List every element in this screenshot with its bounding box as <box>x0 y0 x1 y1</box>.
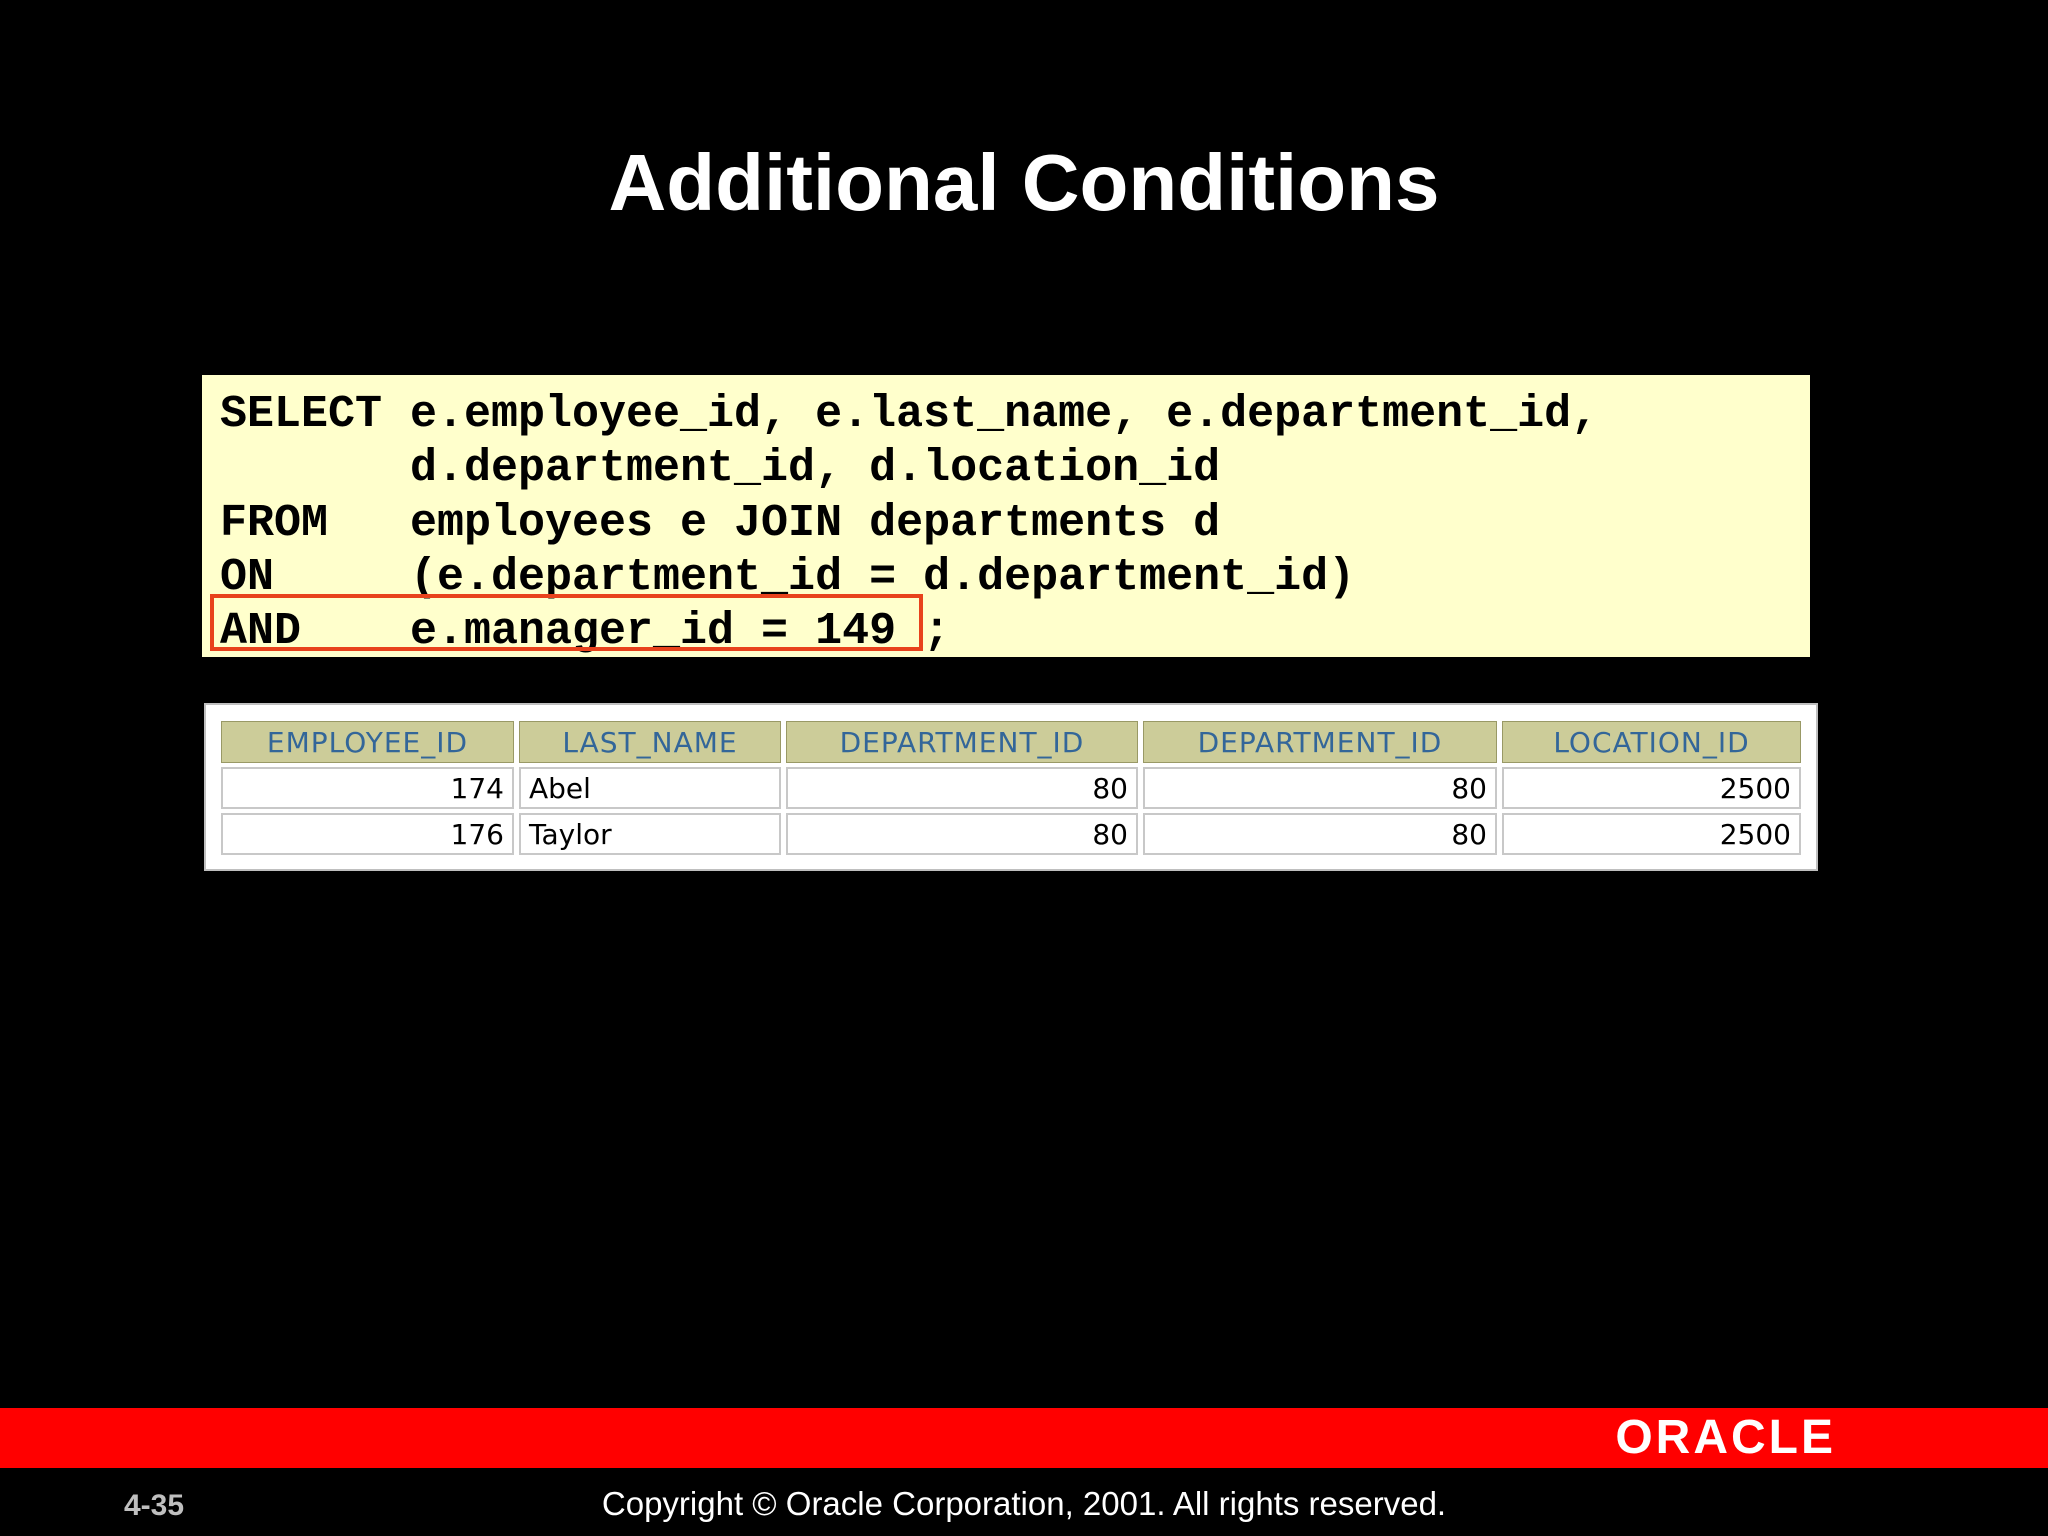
table-cell: 80 <box>1143 767 1497 809</box>
result-table-panel: EMPLOYEE_ID LAST_NAME DEPARTMENT_ID DEPA… <box>204 703 1818 871</box>
copyright-notice: Copyright © Oracle Corporation, 2001. Al… <box>601 1485 1447 1522</box>
column-header: EMPLOYEE_ID <box>221 721 514 763</box>
table-cell: Taylor <box>519 813 781 855</box>
table-row: 174 Abel 80 80 2500 <box>221 767 1801 809</box>
column-header: LOCATION_ID <box>1502 721 1801 763</box>
sql-text: e.employee_id, e.last_name, e.department… <box>410 389 1599 440</box>
slide-title: Additional Conditions <box>608 138 1440 227</box>
sql-text: d.department_id, d.location_id <box>410 443 1221 494</box>
code-line-1: SELECT e.employee_id, e.last_name, e.depa… <box>220 388 1598 442</box>
table-row: 176 Taylor 80 80 2500 <box>221 813 1801 855</box>
table-cell: 174 <box>221 767 514 809</box>
table-cell: 2500 <box>1502 767 1801 809</box>
column-header: DEPARTMENT_ID <box>1143 721 1497 763</box>
table-header-row: EMPLOYEE_ID LAST_NAME DEPARTMENT_ID DEPA… <box>221 721 1801 763</box>
sql-keyword: SELECT <box>220 389 383 440</box>
table-cell: 80 <box>1143 813 1497 855</box>
code-line-3: FROM employees e JOIN departments d <box>220 497 1220 551</box>
table-cell: 176 <box>221 813 514 855</box>
table-cell: 2500 <box>1502 813 1801 855</box>
result-table: EMPLOYEE_ID LAST_NAME DEPARTMENT_ID DEPA… <box>216 717 1806 859</box>
table-cell: 80 <box>786 813 1138 855</box>
code-line-2: d.department_id, d.location_id <box>220 442 1220 496</box>
oracle-logo: ORACLE <box>1615 1411 1836 1464</box>
column-header: DEPARTMENT_ID <box>786 721 1138 763</box>
column-header: LAST_NAME <box>519 721 781 763</box>
table-cell: 80 <box>786 767 1138 809</box>
sql-keyword: FROM <box>220 498 329 549</box>
table-cell: Abel <box>519 767 781 809</box>
sql-text: employees e JOIN departments d <box>410 498 1221 549</box>
and-condition-highlight <box>210 594 923 651</box>
